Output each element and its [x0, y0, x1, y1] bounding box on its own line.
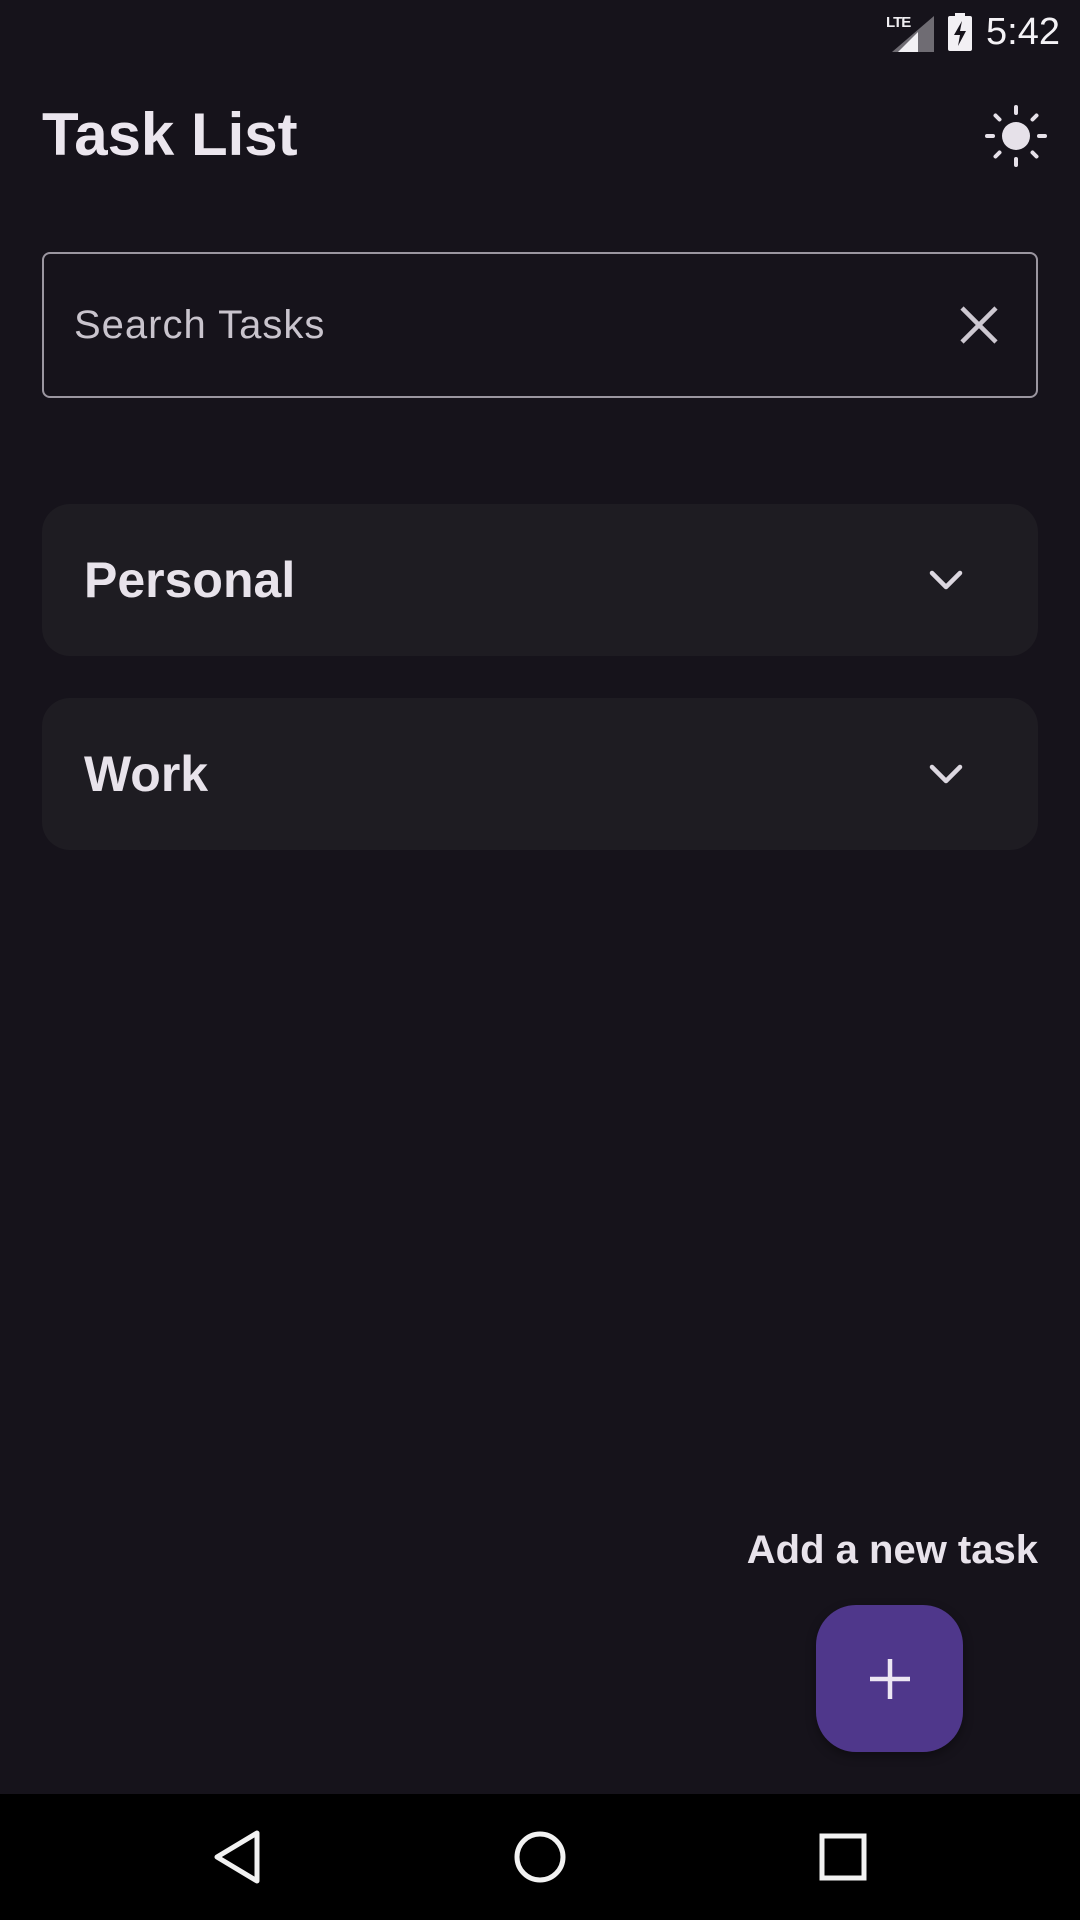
add-task-button[interactable] [816, 1605, 963, 1752]
status-bar: LTE 5:42 [0, 0, 1080, 63]
category-personal[interactable]: Personal [42, 504, 1038, 656]
chevron-down-icon [929, 764, 963, 784]
home-icon [514, 1831, 566, 1883]
close-icon [960, 306, 998, 344]
recents-icon [819, 1833, 867, 1881]
plus-icon [869, 1658, 910, 1699]
status-icons: LTE 5:42 [886, 8, 1060, 56]
signal-icon [892, 16, 935, 52]
battery-charging-icon [948, 13, 973, 51]
clock: 5:42 [986, 10, 1060, 53]
back-icon [214, 1830, 260, 1884]
screen: LTE 5:42 Task List Search Tasks Personal… [0, 0, 1080, 1920]
back-button[interactable] [202, 1822, 272, 1892]
lte-signal-group: LTE [886, 12, 935, 52]
chevron-down-icon [929, 570, 963, 590]
sun-icon [985, 105, 1047, 167]
search-field [42, 252, 1038, 398]
theme-toggle-button[interactable] [980, 100, 1052, 172]
clear-search-button[interactable] [944, 290, 1014, 360]
search-input[interactable] [74, 254, 934, 396]
page-title: Task List [42, 101, 298, 168]
navigation-bar [0, 1794, 1080, 1920]
add-task-label: Add a new task [746, 1528, 1038, 1572]
category-label: Work [84, 746, 209, 802]
category-label: Personal [84, 552, 296, 608]
recents-button[interactable] [808, 1822, 878, 1892]
category-work[interactable]: Work [42, 698, 1038, 850]
home-button[interactable] [505, 1822, 575, 1892]
